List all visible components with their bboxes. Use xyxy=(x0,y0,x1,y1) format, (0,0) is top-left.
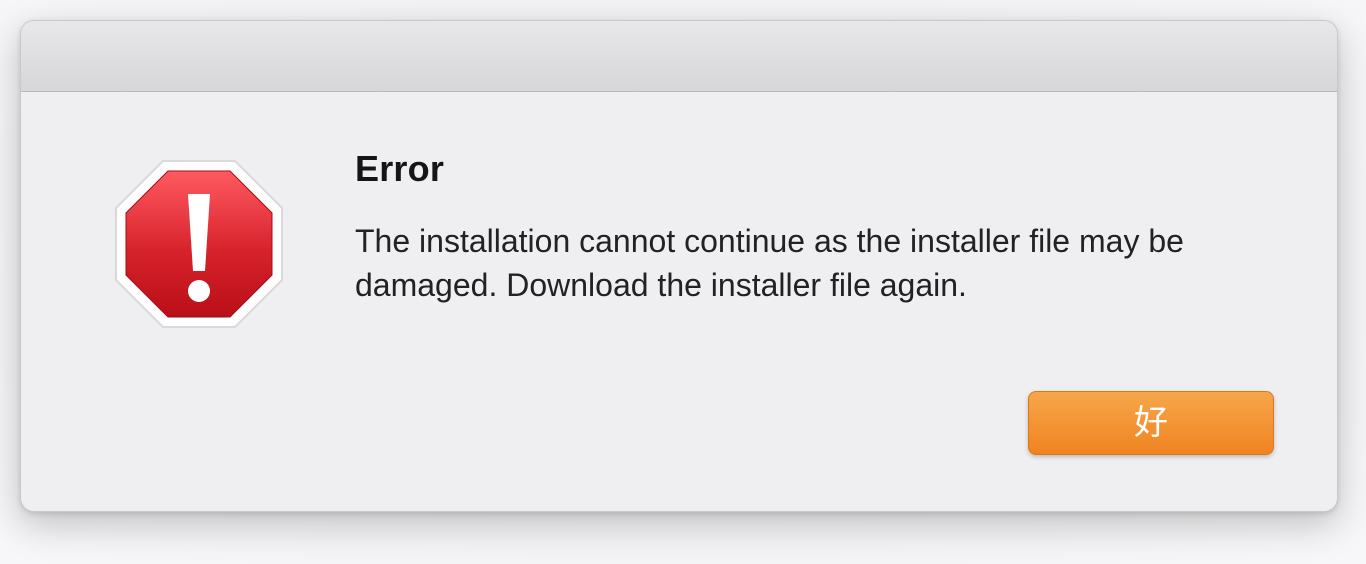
dialog-title: Error xyxy=(355,148,445,189)
error-dialog: Error The installation cannot continue a… xyxy=(20,20,1338,512)
stop-alert-icon xyxy=(113,158,285,330)
dialog-message: The installation cannot continue as the … xyxy=(355,223,1184,303)
dialog-titlebar[interactable] xyxy=(21,21,1337,92)
ok-button[interactable]: 好 xyxy=(1028,391,1274,455)
